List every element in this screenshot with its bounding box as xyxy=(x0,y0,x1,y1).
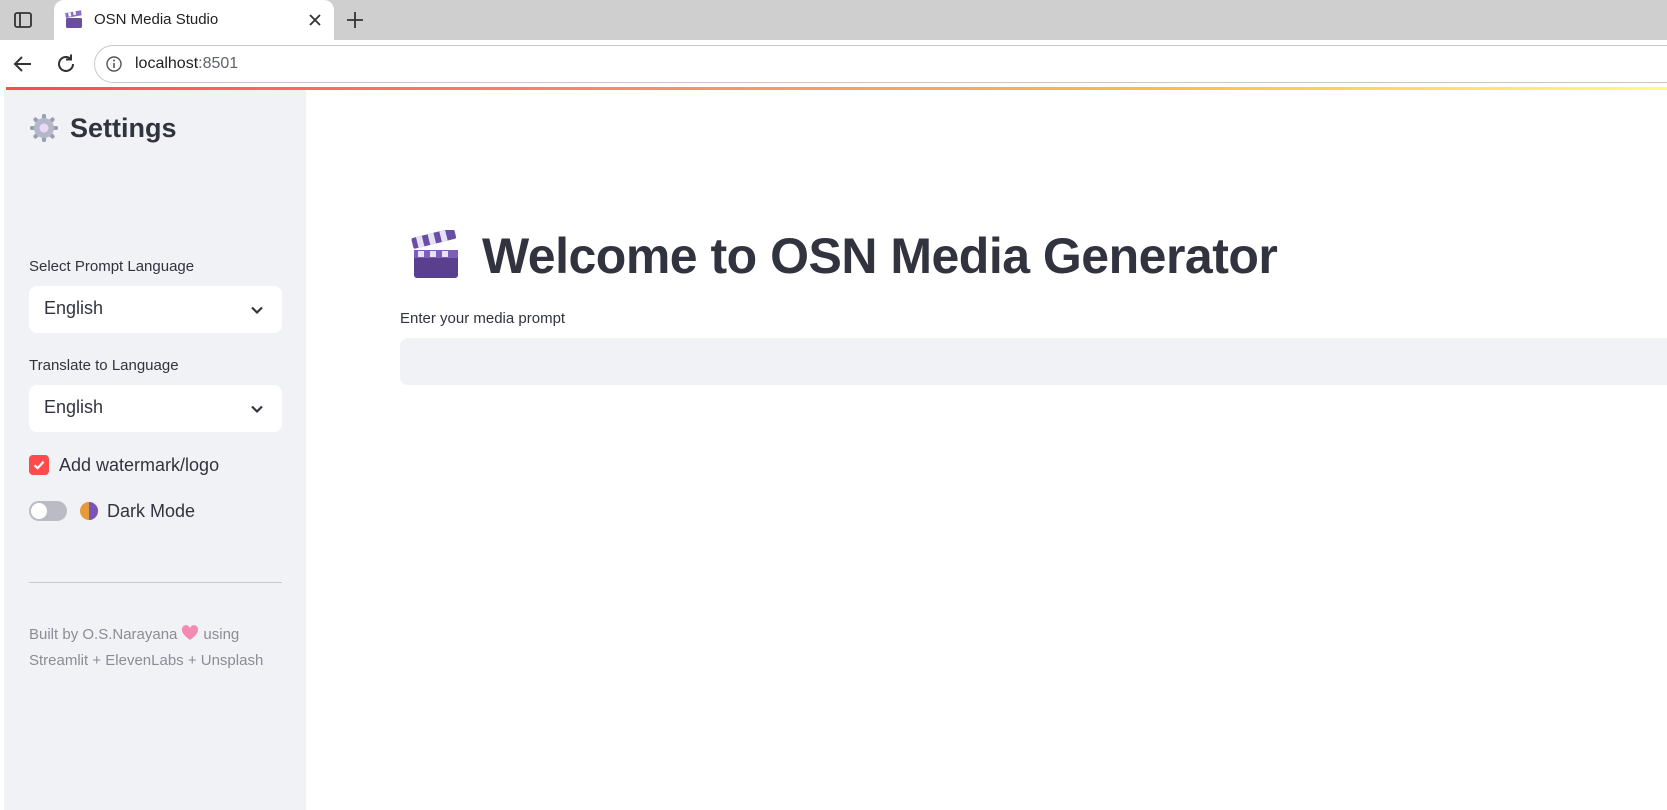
translate-language-select[interactable]: English xyxy=(29,385,282,432)
new-tab-icon[interactable] xyxy=(343,8,367,32)
toggle-knob xyxy=(31,503,47,519)
url-text: localhost:8501 xyxy=(135,55,239,72)
sidebar xyxy=(4,90,306,810)
watermark-checkbox-row[interactable]: Add watermark/logo xyxy=(29,454,219,476)
tab-title: OSN Media Studio xyxy=(94,11,219,28)
browser-tab-active[interactable]: OSN Media Studio xyxy=(54,0,334,40)
watermark-label: Add watermark/logo xyxy=(59,454,220,475)
dark-mode-toggle-row[interactable]: Dark Mode xyxy=(29,500,195,522)
chevron-down-icon xyxy=(248,301,266,319)
browser-toolbar: localhost:8501 xyxy=(0,40,1667,88)
chevron-down-icon xyxy=(248,400,266,418)
sidebar-divider xyxy=(29,582,282,583)
settings-header: Settings xyxy=(28,110,177,146)
browser-tabstrip: OSN Media Studio xyxy=(0,0,1667,40)
gear-icon xyxy=(28,112,60,144)
clapperboard-icon xyxy=(410,228,462,282)
site-info-icon[interactable] xyxy=(105,55,123,73)
prompt-language-select[interactable]: English xyxy=(29,286,282,333)
tab-list-icon[interactable] xyxy=(12,9,34,31)
media-prompt-input[interactable] xyxy=(400,338,1667,385)
media-prompt-label: Enter your media prompt xyxy=(400,310,566,327)
dark-mode-toggle[interactable] xyxy=(29,501,67,521)
prompt-language-value: English xyxy=(44,298,104,318)
heart-icon xyxy=(181,624,199,640)
reload-icon[interactable] xyxy=(54,52,78,76)
page-header: Welcome to OSN Media Generator xyxy=(410,226,1278,286)
prompt-language-label: Select Prompt Language xyxy=(29,258,195,275)
watermark-checkbox[interactable] xyxy=(29,455,49,475)
address-bar[interactable]: localhost:8501 xyxy=(94,45,1667,83)
back-arrow-icon[interactable] xyxy=(11,52,35,76)
translate-language-label: Translate to Language xyxy=(29,357,179,374)
sidebar-footer: Built by O.S.Narayana using Streamlit + E… xyxy=(29,624,264,669)
translate-language-value: English xyxy=(44,397,104,417)
settings-title: Settings xyxy=(70,112,177,143)
half-moon-icon xyxy=(79,501,99,521)
dark-mode-label: Dark Mode xyxy=(107,500,196,521)
clapperboard-icon xyxy=(64,10,84,30)
close-tab-icon[interactable] xyxy=(306,11,324,29)
page-title: Welcome to OSN Media Generator xyxy=(482,228,1278,284)
